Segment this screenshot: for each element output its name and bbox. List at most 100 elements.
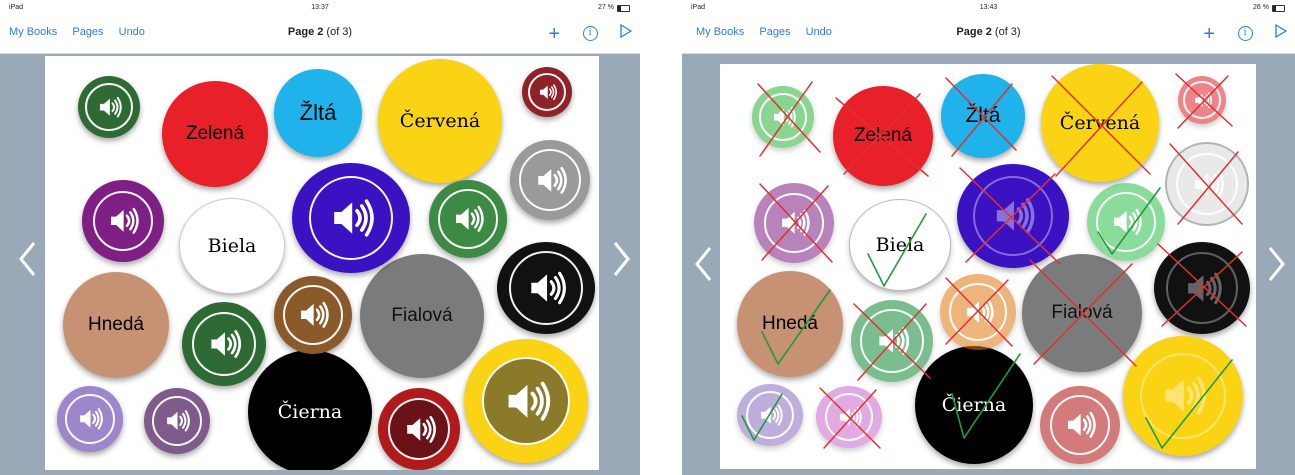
book-stage: Zelená Žltá Červená Biela Hnedá Fialová … bbox=[0, 54, 640, 475]
word-label: Čierna bbox=[941, 394, 1007, 416]
word-circle-zlta[interactable]: Žltá bbox=[274, 69, 362, 157]
sound-circle[interactable] bbox=[464, 339, 588, 463]
speaker-icon bbox=[759, 93, 807, 141]
word-circle-hneda[interactable]: Hnedá bbox=[737, 271, 843, 377]
word-circle-biela[interactable]: Biela bbox=[850, 200, 950, 290]
sound-circle[interactable] bbox=[292, 163, 410, 273]
book-stage: Zelená Žltá Červená Biela Hnedá Fialová … bbox=[682, 54, 1295, 475]
sound-circle[interactable] bbox=[957, 164, 1069, 268]
word-circle-zlta[interactable]: Žltá bbox=[941, 74, 1025, 158]
sound-circle[interactable] bbox=[182, 302, 266, 386]
speaker-icon bbox=[519, 149, 581, 211]
word-circle-zelena[interactable]: Zelená bbox=[162, 81, 268, 187]
word-circle-cervena[interactable]: Červená bbox=[1041, 64, 1159, 182]
info-icon[interactable]: i bbox=[1237, 26, 1253, 41]
sound-circle[interactable] bbox=[429, 180, 507, 258]
speaker-icon bbox=[438, 189, 498, 249]
play-icon[interactable] bbox=[1275, 23, 1288, 43]
sound-circle[interactable] bbox=[78, 76, 140, 138]
speaker-icon bbox=[825, 393, 873, 441]
battery-icon bbox=[1272, 5, 1285, 12]
sound-circle[interactable] bbox=[82, 180, 164, 262]
word-label: Fialová bbox=[1051, 302, 1113, 323]
word-label: Zelená bbox=[185, 123, 245, 144]
nav-bar: My Books Pages Undo Page 2 (of 3) + i bbox=[682, 16, 1295, 54]
word-circle-zelena[interactable]: Zelená bbox=[833, 86, 933, 186]
speaker-icon bbox=[388, 398, 450, 460]
word-label: Biela bbox=[207, 235, 257, 257]
word-circle-cierna[interactable]: Čierna bbox=[248, 350, 372, 470]
speaker-icon bbox=[764, 193, 824, 253]
word-label: Červená bbox=[1059, 112, 1141, 134]
chevron-left-icon[interactable] bbox=[692, 244, 714, 284]
page-number: Page 2 bbox=[956, 26, 992, 38]
word-label: Hnedá bbox=[88, 314, 144, 335]
page-count: (of 3) bbox=[323, 26, 353, 38]
nav-bar: My Books Pages Undo Page 2 (of 3) + i bbox=[0, 16, 640, 54]
speaker-icon bbox=[973, 176, 1053, 256]
sound-circle[interactable] bbox=[1167, 144, 1247, 224]
screen-before: iPad 13:37 27 % My Books Pages Undo Page… bbox=[0, 0, 640, 475]
speaker-icon bbox=[482, 357, 570, 445]
book-page: Zelená Žltá Červená Biela Hnedá Fialová … bbox=[45, 56, 599, 470]
chevron-left-icon[interactable] bbox=[16, 239, 38, 279]
status-bar: iPad 13:37 27 % bbox=[0, 0, 640, 16]
word-circle-fialova[interactable]: Fialová bbox=[360, 254, 484, 378]
play-icon[interactable] bbox=[620, 23, 633, 43]
word-label: Žltá bbox=[299, 100, 337, 125]
plus-icon[interactable]: + bbox=[548, 24, 560, 44]
book-page: Zelená Žltá Červená Biela Hnedá Fialová … bbox=[720, 64, 1256, 469]
sound-circle[interactable] bbox=[851, 300, 933, 382]
sound-circle[interactable] bbox=[816, 386, 882, 448]
battery-icon bbox=[617, 5, 630, 12]
word-label: Hnedá bbox=[762, 313, 818, 334]
sound-circle[interactable] bbox=[522, 67, 572, 117]
plus-icon[interactable]: + bbox=[1203, 24, 1215, 44]
status-time: 13:43 bbox=[979, 4, 998, 11]
speaker-icon bbox=[746, 391, 794, 439]
sound-circle[interactable] bbox=[940, 274, 1016, 350]
word-circle-cierna[interactable]: Čierna bbox=[915, 346, 1033, 464]
sound-circle[interactable] bbox=[754, 183, 834, 263]
sound-circle[interactable] bbox=[57, 386, 123, 452]
speaker-icon bbox=[283, 285, 343, 345]
word-circle-biela[interactable]: Biela bbox=[180, 199, 284, 293]
sound-circle[interactable] bbox=[510, 140, 590, 220]
speaker-icon bbox=[85, 83, 133, 131]
word-circle-cervena[interactable]: Červená bbox=[378, 59, 502, 183]
battery-percent: 27 % bbox=[598, 4, 614, 11]
speaker-icon bbox=[1050, 395, 1110, 455]
speaker-icon bbox=[192, 312, 256, 376]
speaker-icon bbox=[860, 309, 924, 373]
word-circle-hneda[interactable]: Hnedá bbox=[63, 272, 169, 378]
status-time: 13:37 bbox=[311, 4, 329, 11]
chevron-right-icon[interactable] bbox=[611, 239, 633, 279]
sound-circle[interactable] bbox=[1040, 386, 1120, 464]
sound-circle[interactable] bbox=[1123, 336, 1243, 456]
speaker-icon bbox=[309, 176, 393, 260]
word-label: Zelená bbox=[853, 125, 913, 146]
sound-circle[interactable] bbox=[737, 384, 803, 446]
sound-circle[interactable] bbox=[1178, 76, 1226, 124]
chevron-right-icon[interactable] bbox=[1266, 244, 1288, 284]
speaker-icon bbox=[1140, 353, 1226, 439]
sound-circle[interactable] bbox=[274, 276, 352, 354]
word-label: Žltá bbox=[965, 104, 1001, 127]
sound-circle[interactable] bbox=[378, 388, 460, 470]
speaker-icon bbox=[1176, 153, 1238, 215]
speaker-icon bbox=[93, 191, 153, 251]
sound-circle[interactable] bbox=[752, 86, 814, 148]
sound-circle[interactable] bbox=[1087, 183, 1165, 261]
speaker-icon bbox=[1183, 81, 1221, 119]
sound-circle[interactable] bbox=[144, 388, 210, 454]
word-label: Biela bbox=[875, 234, 925, 256]
speaker-icon bbox=[65, 394, 115, 444]
page-count: (of 3) bbox=[991, 26, 1021, 38]
word-circle-fialova[interactable]: Fialová bbox=[1022, 254, 1142, 372]
word-label: Červená bbox=[399, 110, 481, 132]
speaker-icon bbox=[528, 73, 566, 111]
sound-circle[interactable] bbox=[1154, 242, 1250, 334]
info-icon[interactable]: i bbox=[582, 26, 598, 41]
sound-circle[interactable] bbox=[497, 242, 595, 334]
word-label: Fialová bbox=[391, 305, 453, 326]
